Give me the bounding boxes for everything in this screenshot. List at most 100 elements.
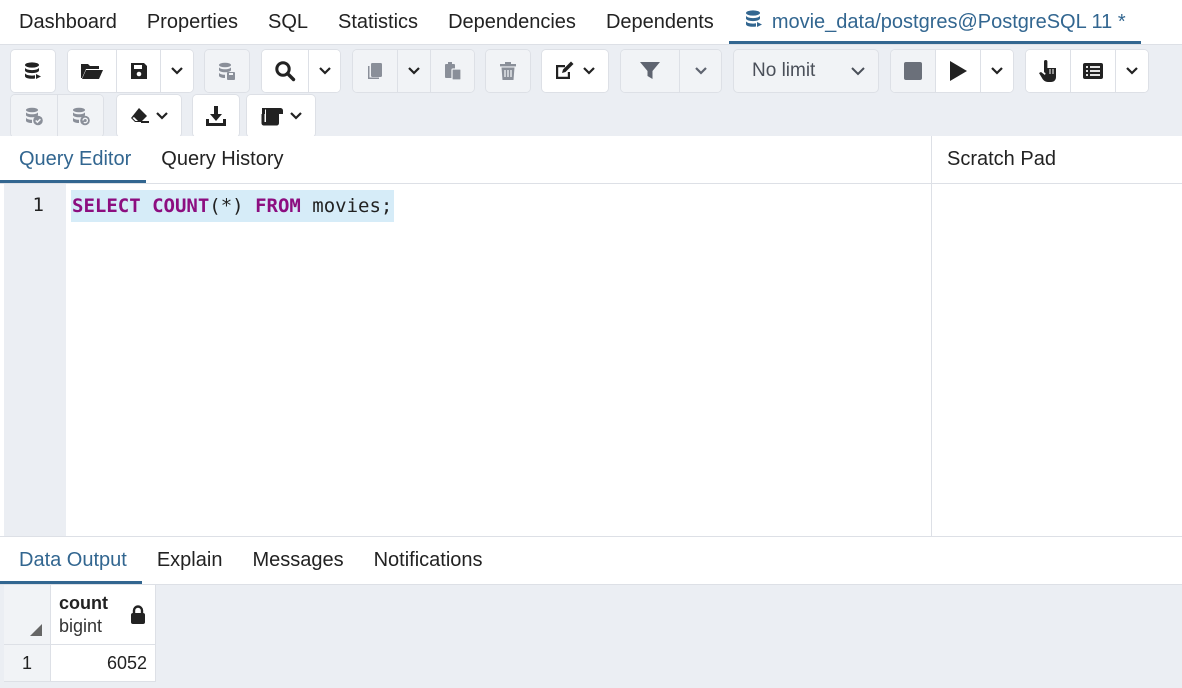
scratch-pad-title: Scratch Pad [932, 136, 1182, 184]
chevron-down-icon [408, 67, 420, 75]
find-menu-button[interactable] [308, 50, 340, 92]
clear-group [116, 94, 182, 138]
chevron-down-icon [318, 67, 331, 75]
commit-icon [26, 107, 43, 126]
tab-query-tool[interactable]: movie_data/postgres@PostgreSQL 11 * [728, 0, 1141, 44]
list-icon [1083, 63, 1103, 79]
macros-menu-button[interactable] [247, 95, 315, 137]
tab-statistics[interactable]: Statistics [323, 0, 433, 44]
tab-dependencies[interactable]: Dependencies [433, 0, 591, 44]
chevron-down-icon [1126, 67, 1138, 75]
explain-analyze-button[interactable] [1070, 50, 1115, 92]
top-tab-bar: Dashboard Properties SQL Statistics Depe… [0, 0, 1182, 45]
edit-group [541, 49, 609, 93]
chevron-down-icon [851, 67, 865, 76]
tab-dependents[interactable]: Dependents [591, 0, 729, 44]
clear-menu-button[interactable] [117, 95, 181, 137]
transaction-group [10, 94, 104, 138]
tab-query-editor[interactable]: Query Editor [0, 136, 147, 183]
chevron-down-icon [171, 67, 183, 75]
save-menu-button[interactable] [160, 50, 193, 92]
paste-icon [444, 62, 462, 81]
paste-button[interactable] [430, 50, 474, 92]
save-data-button[interactable] [205, 50, 249, 92]
filter-icon [640, 62, 660, 79]
scratch-pad-textarea[interactable] [932, 184, 1182, 536]
save-data-group [204, 49, 250, 93]
download-csv-button[interactable] [193, 95, 239, 137]
explain-menu-button[interactable] [1115, 50, 1148, 92]
find-group [261, 49, 341, 93]
grid-select-all[interactable] [4, 585, 51, 645]
row-limit-select[interactable]: No limit [733, 49, 879, 93]
chevron-down-icon [290, 112, 302, 120]
line-number-gutter: 1 [4, 184, 66, 536]
execute-button[interactable] [935, 50, 980, 92]
sql-function-count: COUNT [152, 195, 210, 217]
sql-args: (*) [209, 195, 244, 217]
database-connect-icon [25, 62, 41, 79]
column-header-count[interactable]: count bigint [51, 585, 156, 645]
chevron-down-icon [991, 67, 1003, 75]
stop-button[interactable] [891, 50, 935, 92]
table-cell-count[interactable]: 6052 [51, 645, 156, 682]
query-toolbar: No limit [0, 45, 1182, 138]
explain-button[interactable] [1026, 50, 1070, 92]
database-icon [744, 9, 764, 35]
save-button[interactable] [116, 50, 160, 92]
explain-group [1025, 49, 1149, 93]
chevron-down-icon [156, 112, 168, 120]
filter-group [620, 49, 722, 93]
tab-query-history[interactable]: Query History [146, 136, 298, 183]
play-icon [950, 61, 967, 81]
connection-group [10, 49, 56, 93]
delete-group [485, 49, 531, 93]
edit-menu-button[interactable] [542, 50, 608, 92]
query-editor-panel: Query Editor Query History 1 SELECT COUN… [0, 136, 932, 536]
delete-button[interactable] [486, 50, 530, 92]
copy-menu-button[interactable] [397, 50, 430, 92]
line-number: 1 [32, 194, 44, 216]
rollback-button[interactable] [57, 95, 103, 137]
stop-icon [904, 62, 922, 80]
eraser-icon [131, 108, 149, 123]
tab-sql[interactable]: SQL [253, 0, 323, 44]
tab-data-output[interactable]: Data Output [0, 537, 142, 584]
results-tab-bar: Data Output Explain Messages Notificatio… [0, 537, 1182, 585]
tab-explain[interactable]: Explain [142, 537, 238, 584]
tab-notifications[interactable]: Notifications [359, 537, 498, 584]
trash-icon [500, 62, 516, 80]
find-button[interactable] [262, 50, 308, 92]
tab-messages[interactable]: Messages [237, 537, 358, 584]
explain-icon [1039, 60, 1056, 82]
commit-button[interactable] [11, 95, 57, 137]
rollback-icon [72, 107, 90, 126]
search-icon [275, 61, 296, 82]
tab-query-tool-label: movie_data/postgres@PostgreSQL 11 * [771, 10, 1126, 33]
clipboard-group [352, 49, 475, 93]
download-icon [206, 106, 226, 126]
lock-icon [130, 605, 146, 630]
save-icon [130, 63, 147, 79]
execute-menu-button[interactable] [980, 50, 1013, 92]
sql-keyword-select: SELECT [72, 195, 141, 217]
macros-group [246, 94, 316, 138]
sql-code-line[interactable]: SELECT COUNT(*) FROM movies; [71, 190, 395, 222]
sql-table-name: movies; [312, 195, 393, 217]
filter-button[interactable] [621, 50, 679, 92]
copy-button[interactable] [353, 50, 397, 92]
copy-icon [368, 63, 382, 79]
chevron-down-icon [583, 67, 595, 75]
open-folder-icon [81, 64, 103, 79]
tab-properties[interactable]: Properties [132, 0, 253, 44]
file-group [67, 49, 194, 93]
select-all-corner-icon [30, 624, 42, 636]
results-panel: Data Output Explain Messages Notificatio… [0, 536, 1182, 688]
row-number[interactable]: 1 [4, 645, 51, 682]
editor-tab-bar: Query Editor Query History [0, 136, 931, 184]
macros-icon [261, 108, 283, 126]
filter-menu-button[interactable] [679, 50, 721, 92]
connection-status-button[interactable] [11, 50, 55, 92]
tab-dashboard[interactable]: Dashboard [0, 0, 132, 44]
open-file-button[interactable] [68, 50, 116, 92]
